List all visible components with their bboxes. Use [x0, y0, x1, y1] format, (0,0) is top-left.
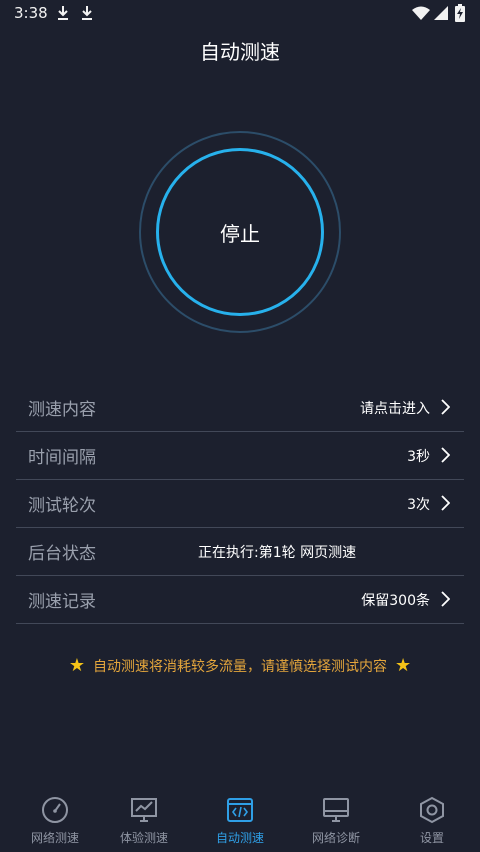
row-value: 请点击进入	[360, 400, 430, 417]
star-icon: ★	[395, 655, 412, 676]
wifi-icon	[412, 6, 430, 20]
traffic-notice: ★ 自动测速将消耗较多流量，请谨慎选择测试内容 ★	[0, 655, 480, 676]
star-icon: ★	[68, 655, 85, 676]
signal-icon	[434, 6, 448, 20]
hexagon-gear-icon	[420, 796, 444, 824]
tab-network-diagnosis[interactable]: 网络诊断	[288, 790, 384, 852]
tab-auto-speed[interactable]: 自动测速	[192, 790, 288, 852]
row-value: 3次	[407, 496, 430, 513]
stop-button[interactable]: 停止	[156, 148, 324, 316]
chevron-right-icon	[441, 495, 450, 511]
code-window-icon	[227, 798, 253, 822]
row-interval[interactable]: 时间间隔 3秒	[16, 432, 464, 480]
battery-charging-icon	[455, 4, 465, 22]
tab-label: 设置	[419, 831, 444, 845]
download-icon	[82, 6, 92, 20]
settings-list: 测速内容 请点击进入 时间间隔 3秒 测试轮次 3次 后台状态 正在执行:第1轮…	[16, 384, 464, 624]
tab-network-speed[interactable]: 网络测速	[7, 790, 103, 852]
row-label: 测速内容	[28, 400, 96, 420]
speed-test-circle: 停止	[139, 131, 341, 333]
row-label: 测试轮次	[28, 496, 96, 516]
chevron-right-icon	[441, 447, 450, 463]
monitor-icon	[323, 798, 349, 822]
row-value: 正在执行:第1轮 网页测速	[198, 544, 357, 561]
tab-label: 体验测速	[119, 831, 168, 845]
page-title: 自动测速	[200, 40, 280, 64]
chart-monitor-icon	[131, 798, 157, 822]
row-test-records[interactable]: 测速记录 保留300条	[16, 576, 464, 624]
download-icon	[58, 6, 68, 20]
notice-text: 自动测速将消耗较多流量，请谨慎选择测试内容	[93, 658, 387, 675]
tab-label: 网络诊断	[311, 831, 360, 845]
tab-label: 网络测速	[30, 831, 79, 845]
row-label: 测速记录	[28, 592, 96, 612]
speedometer-icon	[42, 797, 68, 823]
bottom-tab-bar: 网络测速 体验测速 自动测速 网络诊断 设置	[0, 790, 480, 852]
tab-label: 自动测速	[215, 831, 264, 845]
chevron-right-icon	[441, 591, 450, 607]
row-label: 时间间隔	[28, 448, 96, 468]
chevron-right-icon	[441, 399, 450, 415]
tab-settings[interactable]: 设置	[384, 790, 480, 852]
row-background-status: 后台状态 正在执行:第1轮 网页测速	[16, 528, 464, 576]
row-value: 保留300条	[361, 592, 430, 609]
row-value: 3秒	[407, 448, 430, 465]
tab-experience-speed[interactable]: 体验测速	[96, 790, 192, 852]
status-bar: 3:38	[0, 0, 480, 28]
row-label: 后台状态	[28, 544, 96, 564]
row-rounds[interactable]: 测试轮次 3次	[16, 480, 464, 528]
row-test-content[interactable]: 测速内容 请点击进入	[16, 384, 464, 432]
status-time: 3:38	[14, 4, 48, 22]
